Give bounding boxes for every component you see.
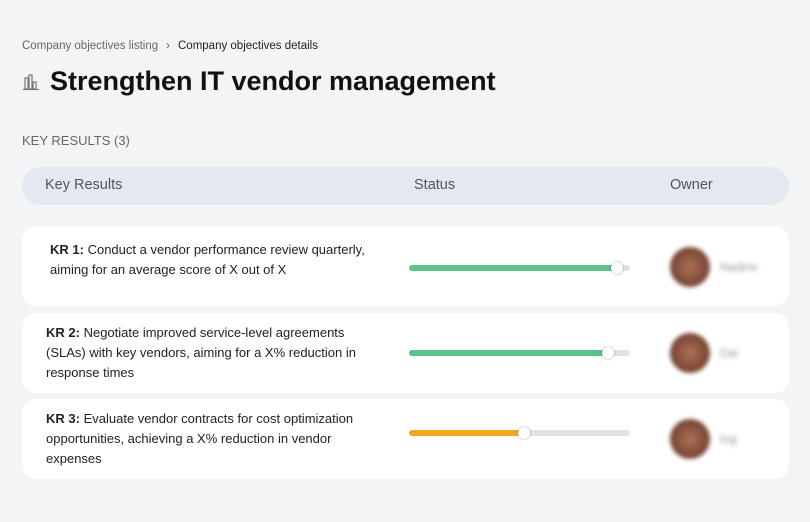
progress-knob[interactable] bbox=[517, 427, 530, 439]
table-row[interactable]: KR 1: Conduct a vendor performance revie… bbox=[22, 226, 789, 306]
progress-knob[interactable] bbox=[610, 262, 623, 274]
owner-name: Dai bbox=[720, 346, 739, 360]
table-row[interactable]: KR 3: Evaluate vendor contracts for cost… bbox=[22, 399, 789, 479]
breadcrumb-current: Company objectives details bbox=[178, 40, 318, 52]
progress-bar bbox=[409, 347, 630, 359]
progress-fill bbox=[409, 262, 623, 274]
kr-text: Evaluate vendor contracts for cost optim… bbox=[46, 411, 354, 466]
breadcrumb: Company objectives listing › Company obj… bbox=[22, 40, 318, 52]
table-header: Key Results Status Owner bbox=[22, 167, 789, 205]
kr-text: Negotiate improved service-level agreeme… bbox=[46, 325, 356, 380]
owner-name: Ing bbox=[720, 432, 737, 446]
kr-id: KR 2: bbox=[46, 325, 80, 340]
page-title: Strengthen IT vendor management bbox=[50, 66, 496, 96]
avatar bbox=[670, 247, 710, 287]
kr-description: KR 2: Negotiate improved service-level a… bbox=[46, 323, 366, 383]
bar-chart-icon bbox=[23, 73, 39, 90]
breadcrumb-link-listing[interactable]: Company objectives listing bbox=[22, 40, 158, 52]
breadcrumb-separator: › bbox=[166, 40, 170, 52]
progress-fill bbox=[409, 427, 530, 439]
progress-knob[interactable] bbox=[601, 347, 614, 359]
kr-description: KR 1: Conduct a vendor performance revie… bbox=[50, 240, 370, 280]
kr-description: KR 3: Evaluate vendor contracts for cost… bbox=[46, 409, 366, 469]
owner-name: Nadine bbox=[720, 260, 759, 274]
header-key-results: Key Results bbox=[45, 177, 123, 193]
progress-bar bbox=[409, 427, 630, 439]
table-row[interactable]: KR 2: Negotiate improved service-level a… bbox=[22, 313, 789, 393]
kr-text: Conduct a vendor performance review quar… bbox=[50, 242, 365, 277]
kr-id: KR 3: bbox=[46, 411, 80, 426]
avatar bbox=[670, 333, 710, 373]
header-status: Status bbox=[414, 177, 456, 193]
page-header: Strengthen IT vendor management bbox=[22, 66, 496, 97]
avatar bbox=[670, 419, 710, 459]
progress-bar bbox=[409, 262, 630, 274]
progress-fill bbox=[409, 347, 614, 359]
kr-id: KR 1: bbox=[50, 242, 84, 257]
section-label: KEY RESULTS (3) bbox=[22, 133, 130, 148]
header-owner: Owner bbox=[670, 177, 713, 193]
